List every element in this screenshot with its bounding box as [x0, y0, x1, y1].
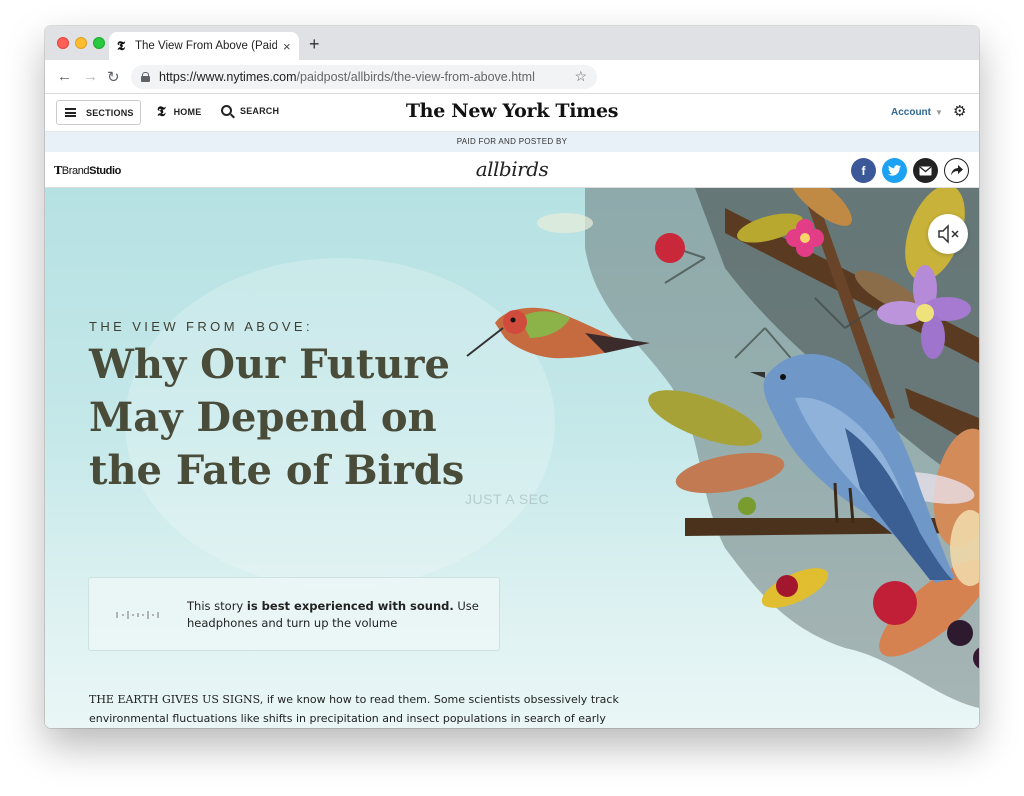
- chevron-down-icon: ▼: [935, 108, 943, 117]
- sound-notice-bold: is best experienced with sound.: [246, 599, 454, 613]
- lock-icon: [141, 72, 150, 82]
- account-label: Account: [891, 107, 931, 118]
- headline-line: Why Our Future: [89, 341, 450, 388]
- new-tab-button[interactable]: +: [309, 34, 320, 55]
- speaker-mute-icon: [938, 224, 959, 244]
- nyt-header: SECTIONS 𝕿 HOME SEARCH The New York Time…: [45, 94, 979, 132]
- allbirds-logo[interactable]: allbirds: [45, 157, 979, 181]
- close-window-button[interactable]: [57, 37, 69, 49]
- nyt-favicon-icon: 𝕿: [117, 38, 125, 54]
- sound-wave-icon: [116, 611, 159, 619]
- brand-bar: TBrandStudio allbirds f: [45, 152, 979, 188]
- account-menu[interactable]: Account ▼: [891, 107, 943, 118]
- bookmark-star-icon[interactable]: ☆: [574, 68, 587, 85]
- gear-icon[interactable]: ⚙: [953, 102, 966, 120]
- url-path: /paidpost/allbirds/the-view-from-above.h…: [296, 70, 535, 84]
- nyt-masthead-logo[interactable]: The New York Times: [45, 100, 979, 122]
- email-icon[interactable]: [913, 158, 938, 183]
- address-bar: ← → ↻ https://www.nytimes.com/paidpost/a…: [45, 60, 979, 94]
- article-body: THE EARTH GIVES US SIGNS, if we know how…: [89, 690, 619, 728]
- sound-notice-box: This story is best experienced with soun…: [88, 577, 500, 651]
- url-host: https://www.nytimes.com: [159, 70, 297, 84]
- article-headline: Why Our Future May Depend on the Fate of…: [89, 338, 465, 497]
- mute-sound-button[interactable]: [928, 214, 968, 254]
- tab-close-icon[interactable]: ×: [283, 39, 291, 54]
- birds-illustration: [466, 188, 979, 708]
- browser-window: 𝕿 The View From Above (Paid Po × + ← → ↻…: [45, 26, 979, 728]
- lead-in: THE EARTH GIVES US SIGNS,: [89, 693, 264, 706]
- url-input[interactable]: https://www.nytimes.com/paidpost/allbird…: [131, 65, 597, 89]
- back-icon[interactable]: ←: [57, 68, 72, 85]
- minimize-window-button[interactable]: [75, 37, 87, 49]
- hero-section: THE VIEW FROM ABOVE: Why Our Future May …: [45, 188, 979, 728]
- paid-for-strip: PAID FOR AND POSTED BY: [45, 132, 979, 152]
- tab-title: The View From Above (Paid Po: [135, 40, 277, 52]
- body-line-1: if we know how to read them. Some scient…: [263, 693, 619, 706]
- headline-line: the Fate of Birds: [89, 447, 465, 494]
- facebook-icon[interactable]: f: [851, 158, 876, 183]
- tab-bar: 𝕿 The View From Above (Paid Po × +: [45, 26, 979, 60]
- loading-text: JUST A SEC: [465, 491, 550, 507]
- article-kicker: THE VIEW FROM ABOVE:: [89, 319, 314, 334]
- sound-notice-prefix: This story: [187, 599, 247, 613]
- share-icon[interactable]: [944, 158, 969, 183]
- reload-icon[interactable]: ↻: [107, 68, 120, 86]
- maximize-window-button[interactable]: [93, 37, 105, 49]
- headline-line: May Depend on: [89, 394, 437, 441]
- sound-notice-text: This story is best experienced with soun…: [187, 598, 487, 632]
- body-line-2: environmental fluctuations like shifts i…: [89, 712, 606, 725]
- forward-icon[interactable]: →: [83, 68, 98, 85]
- url-text: https://www.nytimes.com/paidpost/allbird…: [159, 70, 535, 84]
- browser-tab-active[interactable]: 𝕿 The View From Above (Paid Po ×: [109, 32, 299, 60]
- twitter-icon[interactable]: [882, 158, 907, 183]
